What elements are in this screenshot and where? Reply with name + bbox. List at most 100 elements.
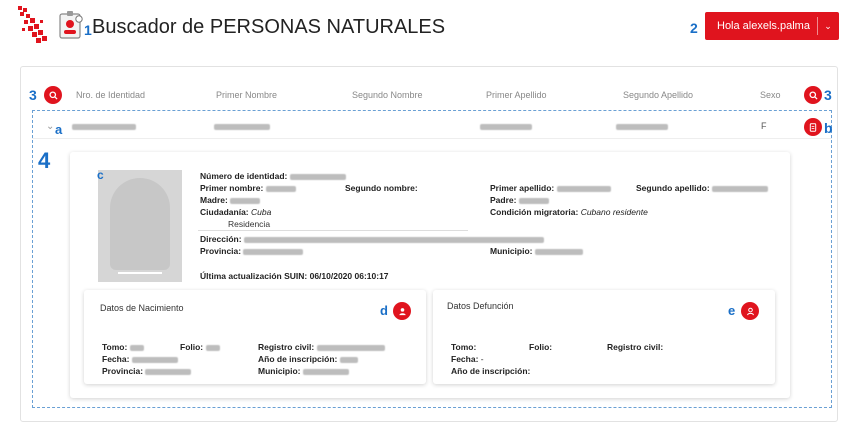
def-fecha: Fecha: - bbox=[451, 354, 484, 364]
def-tomo: Tomo: bbox=[451, 342, 476, 352]
person-photo bbox=[98, 170, 182, 282]
redacted-nac-provincia bbox=[145, 368, 192, 375]
callout-3-right: 3 bbox=[824, 87, 832, 103]
redacted-padre bbox=[518, 197, 549, 204]
value-condicion: Cubano residente bbox=[580, 207, 648, 217]
residencia-divider bbox=[198, 230, 468, 231]
value-ultima: 06/10/2020 06:10:17 bbox=[309, 271, 389, 281]
label-def-tomo: Tomo: bbox=[451, 342, 477, 352]
redacted-primer-nombre bbox=[214, 124, 270, 130]
redacted-segundo-apellido-detail bbox=[712, 185, 769, 192]
callout-b: b bbox=[824, 120, 833, 136]
field-ultima-actualizacion: Última actualización SUIN: 06/10/2020 06… bbox=[200, 271, 389, 281]
cell-sexo: F bbox=[761, 121, 767, 131]
col-sexo[interactable]: Sexo bbox=[760, 90, 781, 100]
col-segundo-nombre[interactable]: Segundo Nombre bbox=[352, 90, 423, 100]
label-def-registro: Registro civil: bbox=[607, 342, 664, 352]
nac-provincia: Provincia: bbox=[102, 366, 192, 376]
field-provincia: Provincia: bbox=[200, 246, 304, 256]
field-segundo-apellido: Segundo apellido: bbox=[636, 183, 769, 193]
label-padre: Padre: bbox=[490, 195, 517, 205]
label-ultima: Última actualización SUIN: bbox=[200, 271, 308, 281]
field-segundo-nombre: Segundo nombre: bbox=[345, 183, 418, 193]
callout-c: c bbox=[97, 168, 104, 182]
label-def-folio: Folio: bbox=[529, 342, 553, 352]
label-provincia: Provincia: bbox=[200, 246, 242, 256]
brand-logo bbox=[18, 6, 47, 43]
label-numero: Número de identidad: bbox=[200, 171, 288, 181]
callout-e: e bbox=[728, 303, 736, 318]
nac-anio: Año de inscripción: bbox=[258, 354, 358, 364]
callout-4: 4 bbox=[38, 148, 51, 173]
row-divider bbox=[32, 138, 832, 139]
user-menu-button[interactable]: Hola alexels.palma ⌄ bbox=[705, 12, 839, 40]
redacted-direccion bbox=[243, 236, 544, 243]
col-primer-nombre[interactable]: Primer Nombre bbox=[216, 90, 277, 100]
nacimiento-title: Datos de Nacimiento bbox=[100, 303, 184, 313]
label-direccion: Dirección: bbox=[200, 234, 242, 244]
label-nac-provincia: Provincia: bbox=[102, 366, 144, 376]
callout-a: a bbox=[55, 122, 63, 137]
nac-fecha: Fecha: bbox=[102, 354, 178, 364]
label-nac-anio: Año de inscripción: bbox=[258, 354, 338, 364]
person-icon[interactable] bbox=[393, 302, 411, 320]
field-municipio: Municipio: bbox=[490, 246, 583, 256]
label-nac-registro: Registro civil: bbox=[258, 342, 315, 352]
nac-tomo: Tomo: bbox=[102, 342, 144, 352]
redacted-provincia bbox=[243, 248, 304, 255]
redacted-nro-identidad bbox=[72, 124, 136, 130]
col-nro-identidad[interactable]: Nro. de Identidad bbox=[76, 90, 145, 100]
value-ciudadania: Cuba bbox=[251, 207, 272, 217]
col-segundo-apellido[interactable]: Segundo Apellido bbox=[623, 90, 693, 100]
redacted-primer-nombre-detail bbox=[265, 185, 296, 192]
label-primer-apellido: Primer apellido: bbox=[490, 183, 555, 193]
chevron-down-icon[interactable]: ⌄ bbox=[818, 21, 838, 32]
redacted-madre bbox=[230, 197, 261, 204]
value-def-fecha: - bbox=[480, 354, 484, 364]
search-icon[interactable] bbox=[804, 86, 822, 104]
nac-folio: Folio: bbox=[180, 342, 220, 352]
label-segundo-apellido: Segundo apellido: bbox=[636, 183, 710, 193]
field-primer-apellido: Primer apellido: bbox=[490, 183, 611, 193]
redacted-nac-fecha bbox=[131, 356, 178, 363]
label-nac-municipio: Municipio: bbox=[258, 366, 301, 376]
page-title: Buscador de PERSONAS NATURALES bbox=[92, 16, 446, 38]
redacted-primer-apellido bbox=[480, 124, 532, 130]
redacted-nac-anio bbox=[339, 356, 358, 363]
redacted-primer-apellido-detail bbox=[556, 185, 611, 192]
label-nac-fecha: Fecha: bbox=[102, 354, 130, 364]
label-def-anio: Año de inscripción: bbox=[451, 366, 531, 376]
photo-silhouette bbox=[110, 178, 170, 270]
label-primer-nombre: Primer nombre: bbox=[200, 183, 264, 193]
field-direccion: Dirección: bbox=[200, 234, 544, 244]
callout-1: 1 bbox=[84, 22, 92, 38]
nac-registro: Registro civil: bbox=[258, 342, 385, 352]
field-madre: Madre: bbox=[200, 195, 261, 205]
field-numero-identidad: Número de identidad: bbox=[200, 171, 346, 181]
def-anio: Año de inscripción: bbox=[451, 366, 530, 376]
nac-municipio: Municipio: bbox=[258, 366, 349, 376]
chevron-down-icon[interactable]: ⌄ bbox=[46, 121, 54, 132]
label-municipio: Municipio: bbox=[490, 246, 533, 256]
pdf-icon[interactable] bbox=[804, 118, 822, 136]
field-condicion-migratoria: Condición migratoria: Cubano residente bbox=[490, 207, 648, 217]
field-primer-nombre: Primer nombre: bbox=[200, 183, 296, 193]
label-nac-tomo: Tomo: bbox=[102, 342, 128, 352]
field-ciudadania: Ciudadanía: Cuba bbox=[200, 207, 271, 217]
redacted-municipio bbox=[534, 248, 583, 255]
defuncion-title: Datos Defunción bbox=[447, 301, 514, 311]
col-primer-apellido[interactable]: Primer Apellido bbox=[486, 90, 547, 100]
callout-2: 2 bbox=[690, 20, 698, 36]
label-def-fecha: Fecha: bbox=[451, 354, 479, 364]
table-header: Nro. de Identidad Primer Nombre Segundo … bbox=[40, 86, 820, 106]
residencia-heading: Residencia bbox=[228, 219, 271, 229]
redacted-nac-folio bbox=[205, 344, 220, 351]
id-badge-icon bbox=[59, 11, 83, 39]
label-condicion: Condición migratoria: bbox=[490, 207, 579, 217]
person-icon[interactable] bbox=[741, 302, 759, 320]
label-nac-folio: Folio: bbox=[180, 342, 204, 352]
label-segundo-nombre: Segundo nombre: bbox=[345, 183, 418, 193]
redacted-numero bbox=[289, 173, 346, 180]
callout-3-left: 3 bbox=[29, 87, 37, 103]
def-folio: Folio: bbox=[529, 342, 552, 352]
